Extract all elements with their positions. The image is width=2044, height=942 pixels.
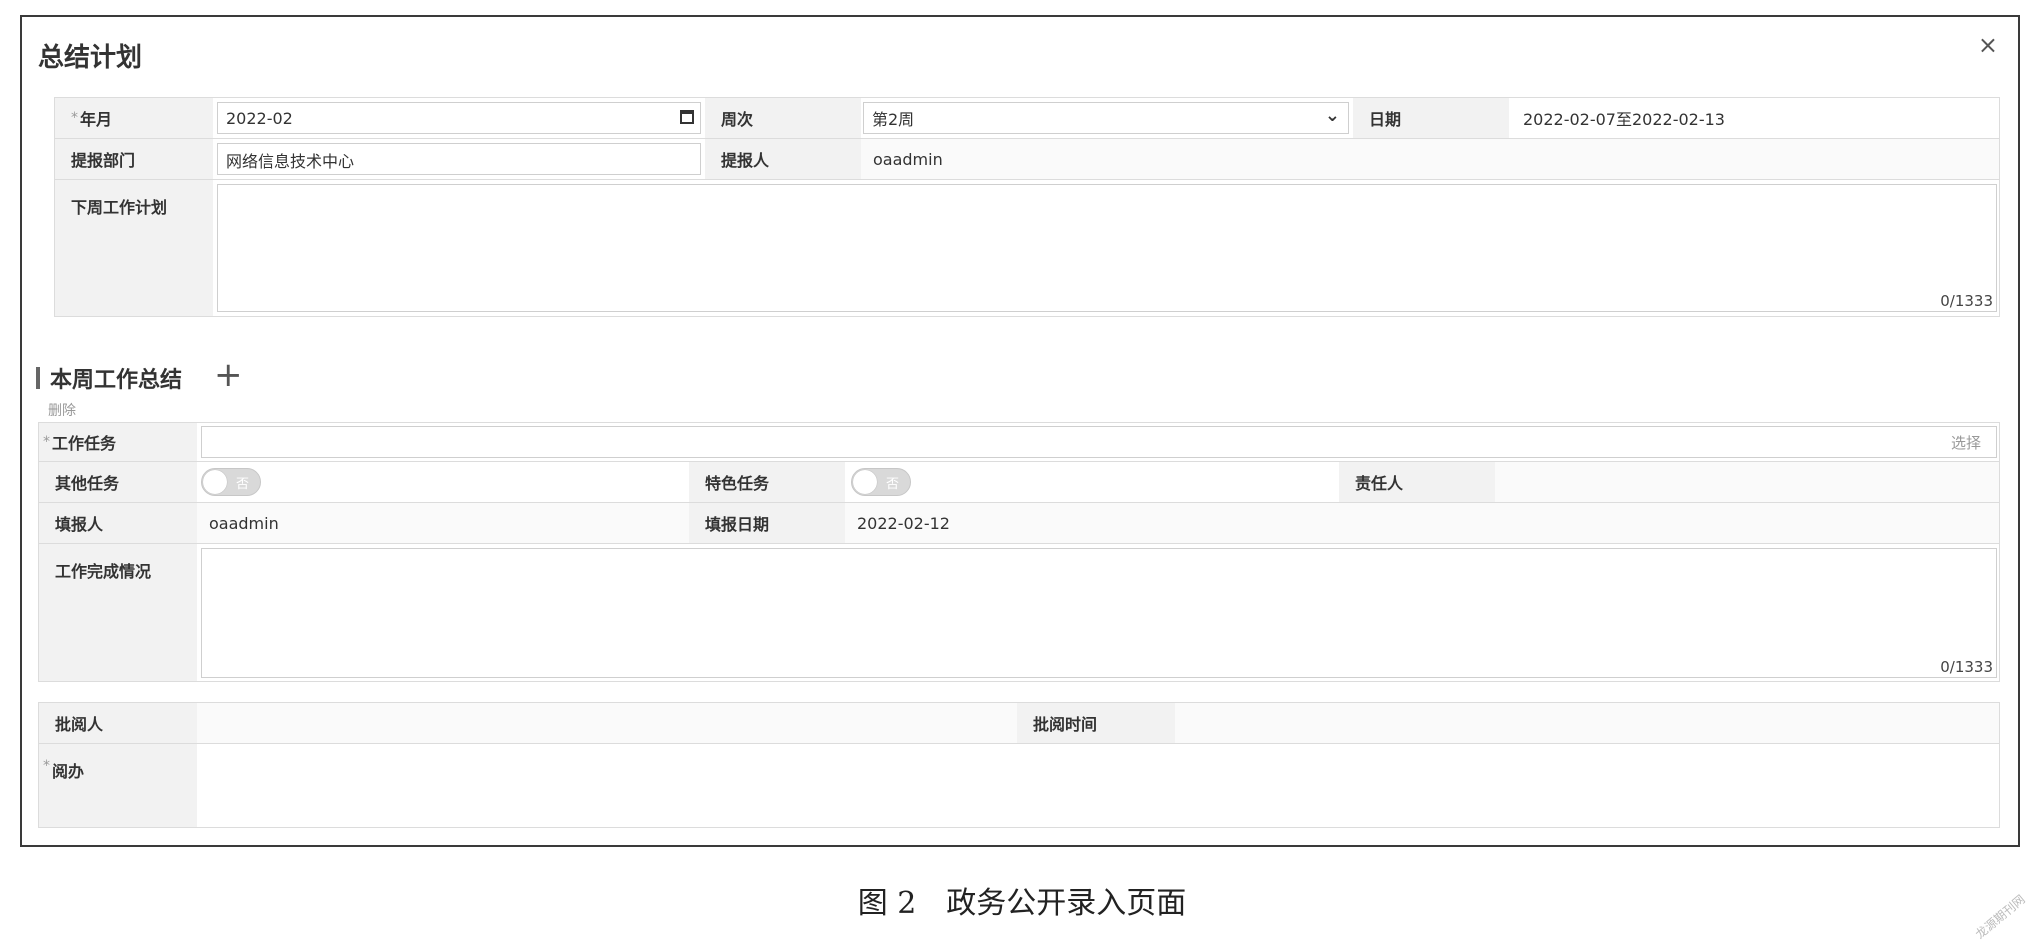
date-label: 日期 [1353,98,1509,138]
next-plan-textarea[interactable] [217,184,1997,312]
next-plan-counter: 0/1333 [1940,292,1993,310]
reporter-label: 提报人 [705,139,861,179]
review-time-label: 批阅时间 [1017,703,1175,743]
reviewer-value [197,703,1017,743]
calendar-icon[interactable] [680,110,694,124]
year-month-input[interactable]: 2022-02 [217,102,701,134]
dialog-title: 总结计划 [38,43,143,73]
required-mark: * [43,434,50,450]
toggle-knob [203,470,227,494]
figure-caption: 图 2 政务公开录入页面 [857,886,1187,921]
dept-input[interactable]: 网络信息技术中心 [217,143,701,175]
handle-label: * 阅办 [39,744,197,827]
summary-form: * 工作任务 选择 其他任务 否 特色任务 否 责任人 填报人 oaadmin 填… [38,422,2000,682]
other-task-toggle[interactable]: 否 [201,468,261,496]
fill-date-label: 填报日期 [689,503,845,543]
year-month-label: * 年月 [55,98,213,138]
completion-label: 工作完成情况 [39,544,197,681]
section-title: 本周工作总结 [36,362,182,394]
reporter-value: oaadmin [861,139,1999,179]
close-icon[interactable]: × [1978,31,1998,59]
delete-link[interactable]: 删除 [48,400,76,420]
review-time-value [1175,703,1999,743]
completion-textarea[interactable] [201,548,1997,678]
reviewer-label: 批阅人 [39,703,197,743]
required-mark: * [43,758,50,774]
filler-value: oaadmin [197,503,689,543]
week-select[interactable]: 第2周 ⌄ [863,102,1349,134]
filler-label: 填报人 [39,503,197,543]
chevron-down-icon: ⌄ [1324,105,1340,126]
handle-area[interactable] [197,744,1999,827]
task-input[interactable] [201,426,1997,458]
other-task-label: 其他任务 [39,462,197,502]
plus-icon[interactable]: + [214,358,243,392]
next-plan-label: 下周工作计划 [55,180,213,316]
special-task-label: 特色任务 [689,462,845,502]
fill-date-value: 2022-02-12 [845,503,1999,543]
completion-counter: 0/1333 [1940,658,1993,676]
special-task-toggle[interactable]: 否 [851,468,911,496]
date-value: 2022-02-07至2022-02-13 [1511,98,1999,138]
task-label: * 工作任务 [39,423,197,461]
review-form: 批阅人 批阅时间 * 阅办 [38,702,2000,828]
plan-form: * 年月 2022-02 周次 第2周 ⌄ 日期 2022-02-07至2022-… [54,97,2000,317]
toggle-knob [853,470,877,494]
other-task-cell [197,462,687,502]
owner-label: 责任人 [1339,462,1495,502]
owner-value [1495,462,1999,502]
summary-plan-dialog: 总结计划 × * 年月 2022-02 周次 第2周 ⌄ 日期 2022-02-0… [20,15,2020,847]
required-mark: * [71,110,78,126]
week-label: 周次 [705,98,861,138]
task-select-button[interactable]: 选择 [1951,432,1981,453]
dept-label: 提报部门 [55,139,213,179]
section-bar [36,367,40,389]
